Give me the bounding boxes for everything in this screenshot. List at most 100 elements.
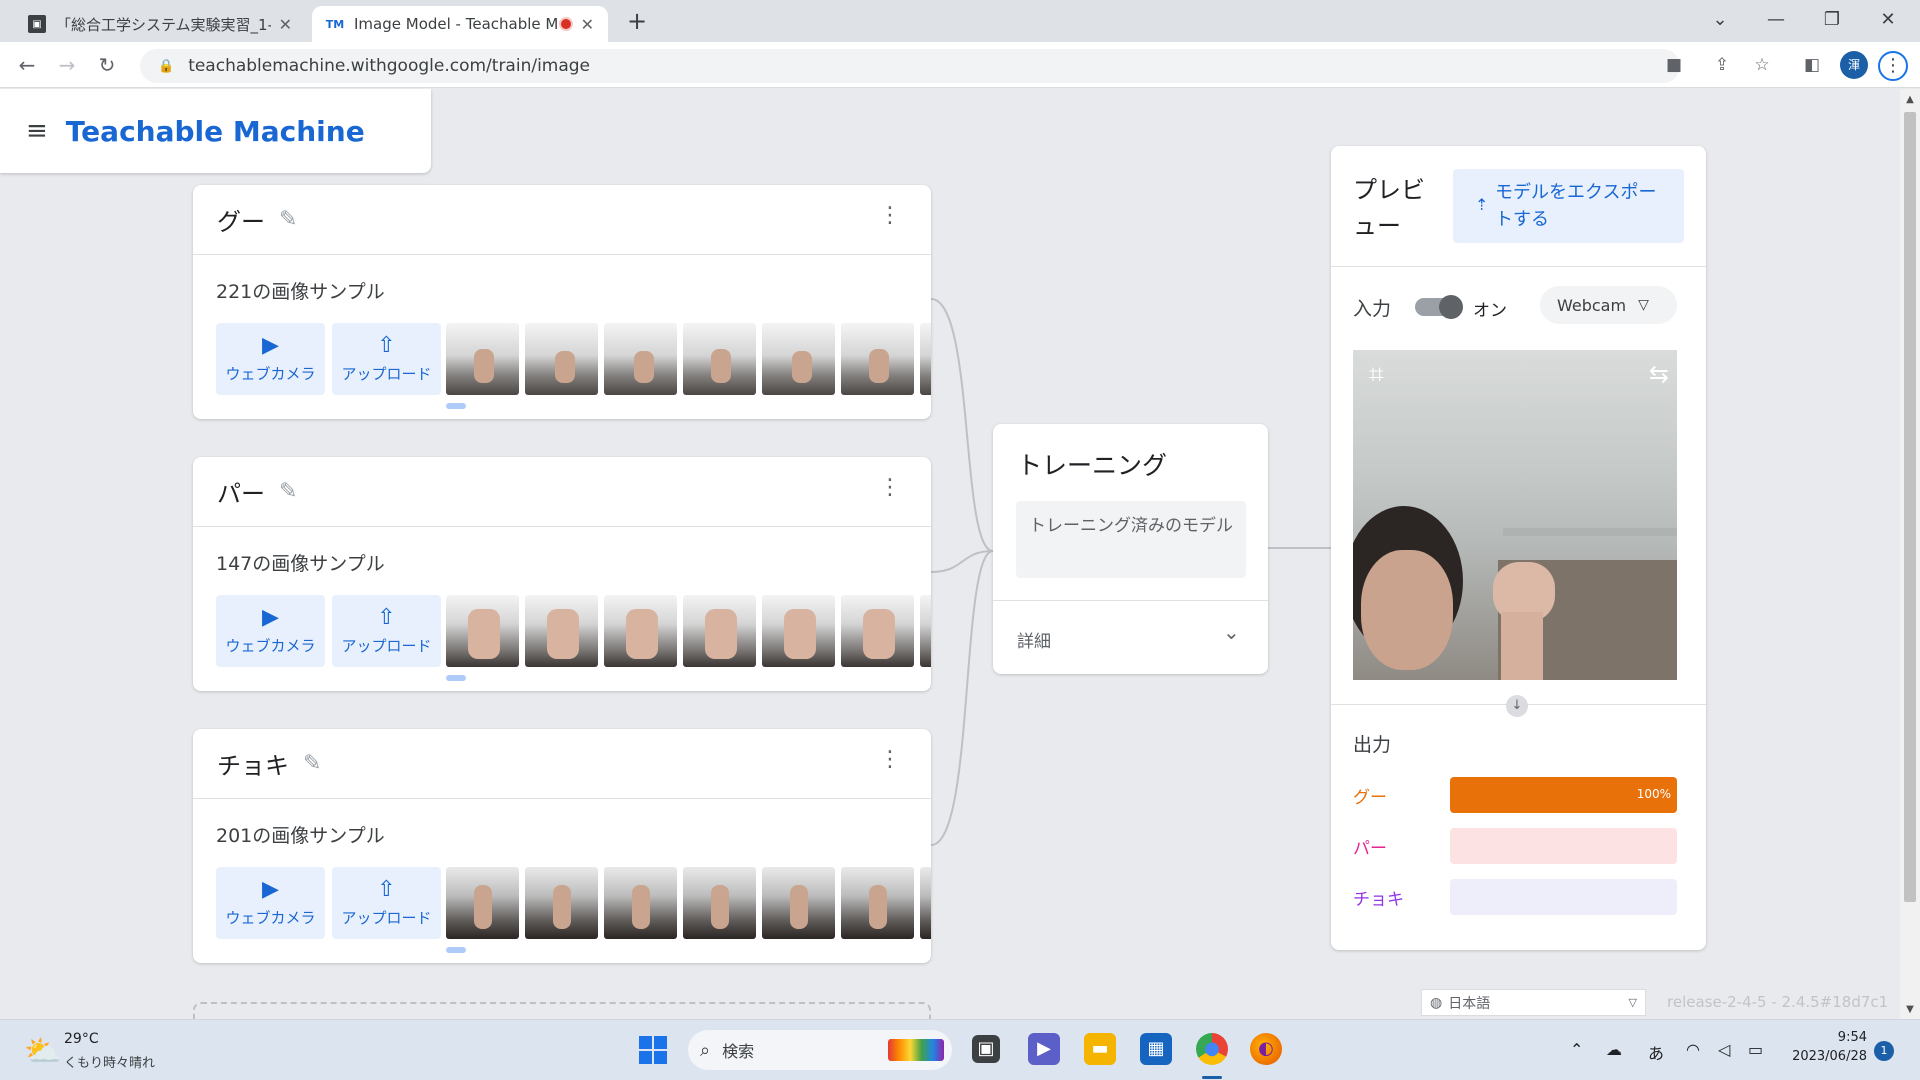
edit-pencil-icon[interactable]: ✎ bbox=[279, 207, 297, 232]
sample-thumbnail[interactable] bbox=[604, 867, 677, 939]
temperature[interactable]: 29°C bbox=[64, 1031, 99, 1047]
sample-thumbnail[interactable] bbox=[604, 595, 677, 667]
sample-thumbnail[interactable] bbox=[762, 595, 835, 667]
webcam-button[interactable]: ▶ ウェブカメラ bbox=[216, 323, 325, 395]
sample-thumbnail[interactable] bbox=[604, 323, 677, 395]
crop-icon[interactable]: ⌗ bbox=[1369, 360, 1384, 391]
onedrive-icon[interactable]: ☁ bbox=[1606, 1040, 1622, 1059]
add-class-button[interactable] bbox=[193, 1002, 931, 1019]
scroll-down-icon[interactable]: ▼ bbox=[1904, 1004, 1916, 1015]
thumbnail-scroll-indicator[interactable] bbox=[446, 947, 466, 953]
ime-indicator[interactable]: あ bbox=[1648, 1040, 1664, 1064]
sample-thumbnail[interactable] bbox=[920, 595, 931, 667]
tab-search-icon[interactable]: ⌄ bbox=[1700, 4, 1740, 36]
sample-thumbnail[interactable] bbox=[446, 867, 519, 939]
class-name[interactable]: グー bbox=[217, 202, 265, 237]
side-panel-icon[interactable]: ◧ bbox=[1798, 51, 1826, 79]
sample-thumbnail[interactable] bbox=[920, 323, 931, 395]
weather-description[interactable]: くもり時々晴れ bbox=[64, 1052, 155, 1071]
upload-button[interactable]: ⇧ アップロード bbox=[332, 595, 441, 667]
chevron-down-icon[interactable]: ⌄ bbox=[1223, 620, 1240, 644]
webcam-button[interactable]: ▶ ウェブカメラ bbox=[216, 595, 325, 667]
notification-badge[interactable]: 1 bbox=[1874, 1041, 1894, 1061]
edit-pencil-icon[interactable]: ✎ bbox=[303, 751, 321, 776]
new-tab-button[interactable]: + bbox=[622, 6, 652, 36]
teams-chat-icon[interactable]: ▶ bbox=[1028, 1033, 1060, 1065]
language-select[interactable]: ◍ 日本語 ▽ bbox=[1421, 989, 1646, 1016]
profile-avatar[interactable]: 渾 bbox=[1840, 51, 1868, 79]
sample-thumbnail[interactable] bbox=[525, 867, 598, 939]
close-tab-icon[interactable]: ✕ bbox=[279, 15, 292, 34]
training-card: トレーニング トレーニング済みのモデル 詳細 ⌄ bbox=[993, 424, 1268, 674]
close-tab-icon[interactable]: ✕ bbox=[581, 15, 594, 34]
app-logo[interactable]: Teachable Machine bbox=[66, 115, 365, 148]
webcam-button[interactable]: ▶ ウェブカメラ bbox=[216, 867, 325, 939]
video-camera-icon: ▶ bbox=[262, 877, 279, 902]
sample-thumbnail[interactable] bbox=[841, 323, 914, 395]
input-toggle-knob[interactable] bbox=[1439, 295, 1463, 319]
windows-start-icon[interactable] bbox=[638, 1035, 668, 1065]
task-view-icon[interactable]: ▣ bbox=[972, 1035, 1000, 1063]
tab-classroom[interactable]: ▣ 「総合工学システム実験実習_1-2a_ ✕ bbox=[14, 6, 306, 42]
flip-camera-icon[interactable]: ⇆ bbox=[1649, 360, 1669, 388]
reload-icon[interactable]: ↻ bbox=[92, 50, 122, 80]
microsoft-store-icon[interactable]: ▦ bbox=[1140, 1033, 1172, 1065]
chevron-up-icon[interactable]: ⌃ bbox=[1570, 1040, 1583, 1059]
volume-icon[interactable]: ◁ bbox=[1718, 1040, 1730, 1059]
browser-menu-icon[interactable]: ⋮ bbox=[1878, 51, 1908, 81]
file-explorer-icon[interactable]: ▬ bbox=[1084, 1033, 1116, 1065]
firefox-icon[interactable]: ◐ bbox=[1250, 1033, 1282, 1065]
tab-teachable-machine[interactable]: TM Image Model - Teachable Ma ✕ bbox=[312, 6, 608, 42]
scrollbar-thumb[interactable] bbox=[1904, 112, 1916, 902]
bookmark-star-icon[interactable]: ☆ bbox=[1748, 51, 1776, 79]
input-label: 入力 bbox=[1353, 298, 1392, 320]
scroll-up-icon[interactable]: ▲ bbox=[1904, 94, 1916, 105]
class-name[interactable]: パー bbox=[217, 474, 265, 509]
sample-thumbnails[interactable] bbox=[446, 595, 931, 667]
edit-pencil-icon[interactable]: ✎ bbox=[279, 479, 297, 504]
wifi-icon[interactable]: ◠ bbox=[1686, 1040, 1700, 1059]
restore-icon[interactable]: ❐ bbox=[1812, 4, 1852, 36]
upload-button[interactable]: ⇧ アップロード bbox=[332, 323, 441, 395]
more-options-icon[interactable]: ⋮ bbox=[879, 749, 901, 771]
system-clock[interactable]: 9:54 2023/06/28 bbox=[1791, 1030, 1867, 1064]
sample-thumbnails[interactable] bbox=[446, 323, 931, 395]
hamburger-menu-icon[interactable]: ≡ bbox=[26, 116, 48, 146]
input-source-select[interactable]: Webcam ▽ bbox=[1540, 286, 1677, 324]
train-model-button[interactable]: トレーニング済みのモデル bbox=[1016, 501, 1246, 578]
advanced-details-label[interactable]: 詳細 bbox=[1017, 627, 1051, 652]
class-name[interactable]: チョキ bbox=[217, 746, 289, 781]
sample-thumbnail[interactable] bbox=[841, 595, 914, 667]
sample-thumbnail[interactable] bbox=[525, 595, 598, 667]
sample-thumbnail[interactable] bbox=[446, 323, 519, 395]
minimize-icon[interactable]: — bbox=[1756, 4, 1796, 36]
more-options-icon[interactable]: ⋮ bbox=[879, 477, 901, 499]
battery-icon[interactable]: ▭ bbox=[1748, 1040, 1763, 1059]
weather-icon[interactable]: ⛅ bbox=[24, 1034, 61, 1069]
back-icon[interactable]: ← bbox=[12, 50, 42, 80]
forward-icon[interactable]: → bbox=[52, 50, 82, 80]
thumbnail-scroll-indicator[interactable] bbox=[446, 675, 466, 681]
chrome-icon[interactable]: ● bbox=[1196, 1033, 1228, 1065]
sample-thumbnail[interactable] bbox=[525, 323, 598, 395]
sample-thumbnail[interactable] bbox=[920, 867, 931, 939]
upload-button[interactable]: ⇧ アップロード bbox=[332, 867, 441, 939]
sample-thumbnail[interactable] bbox=[683, 867, 756, 939]
sample-thumbnail[interactable] bbox=[762, 323, 835, 395]
camera-in-use-icon[interactable]: ■ bbox=[1660, 51, 1688, 79]
search-placeholder: 検索 bbox=[722, 1042, 755, 1061]
share-icon[interactable]: ⇪ bbox=[1708, 51, 1736, 79]
sample-thumbnail[interactable] bbox=[683, 595, 756, 667]
more-options-icon[interactable]: ⋮ bbox=[879, 205, 901, 227]
close-window-icon[interactable]: ✕ bbox=[1868, 4, 1908, 36]
sample-thumbnail[interactable] bbox=[762, 867, 835, 939]
taskbar-search[interactable]: ⌕ 検索 bbox=[688, 1030, 952, 1070]
training-title: トレーニング bbox=[1017, 451, 1168, 480]
sample-thumbnail[interactable] bbox=[683, 323, 756, 395]
url-field[interactable]: 🔒 teachablemachine.withgoogle.com/train/… bbox=[140, 49, 1680, 83]
sample-thumbnails[interactable] bbox=[446, 867, 931, 939]
thumbnail-scroll-indicator[interactable] bbox=[446, 403, 466, 409]
sample-thumbnail[interactable] bbox=[841, 867, 914, 939]
sample-thumbnail[interactable] bbox=[446, 595, 519, 667]
export-model-button[interactable]: ⇡ モデルをエクスポートする bbox=[1453, 169, 1684, 243]
